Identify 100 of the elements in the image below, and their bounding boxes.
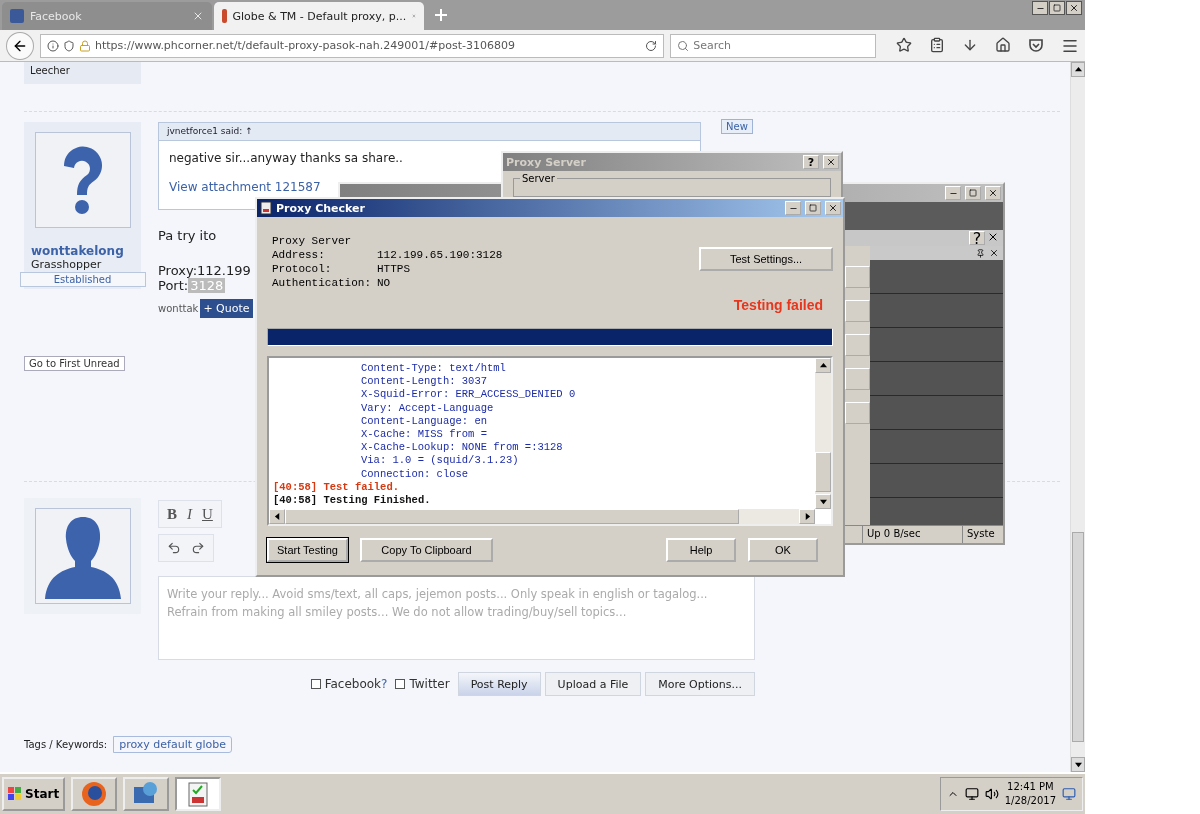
- log-line: Connection: close: [360, 467, 470, 481]
- post-author: wonttak: [158, 303, 199, 314]
- tags-label: Tags / Keywords:: [24, 739, 108, 750]
- reload-icon[interactable]: [645, 39, 658, 52]
- new-tab-icon[interactable]: [434, 8, 448, 22]
- taskbar-button[interactable]: [71, 777, 118, 811]
- search-icon: [677, 39, 690, 52]
- restore-icon[interactable]: [1049, 1, 1065, 15]
- desktop-icon[interactable]: [1062, 787, 1076, 801]
- close-icon[interactable]: [989, 248, 999, 258]
- address-bar[interactable]: https://www.phcorner.net/t/default-proxy-pasok-nah.249001/#post-3106809: [39, 33, 665, 58]
- action-button[interactable]: Upload a File: [544, 672, 642, 696]
- dialog-title: Proxy Server: [506, 155, 587, 169]
- pocket-icon[interactable]: [1028, 36, 1044, 55]
- log-line: [40:58] Testing Finished.: [273, 494, 432, 508]
- log-line: Content-Length: 3037: [360, 375, 489, 389]
- taskbar-button[interactable]: [175, 777, 222, 811]
- close-button[interactable]: [823, 155, 839, 169]
- log-line: Via: 1.0 = (squid/3.1.23): [360, 454, 520, 468]
- section-heading: Proxy Server: [272, 234, 353, 248]
- user-rank: Leecher: [24, 62, 141, 84]
- minimize-icon[interactable]: [1032, 1, 1048, 15]
- format-button[interactable]: B: [167, 505, 177, 523]
- help-button[interactable]: ?: [969, 231, 985, 245]
- site-icon: [10, 9, 24, 23]
- quote-text: negative sir...anyway thanks sa share..: [168, 150, 404, 165]
- window-title: Proxy Checker: [276, 201, 366, 215]
- new-label: New: [721, 119, 753, 134]
- action-button[interactable]: Post Reply: [457, 672, 541, 696]
- status-text: Up 0 B/sec: [862, 526, 962, 543]
- close-icon[interactable]: [1066, 1, 1082, 15]
- dialog-button[interactable]: Help: [666, 538, 736, 562]
- clipboard-check-icon: [186, 780, 211, 808]
- arrow-up-icon: [819, 362, 827, 369]
- log-line: X-Cache-Lookup: NONE from =:3128: [360, 441, 564, 455]
- test-settings-button[interactable]: Test Settings...: [699, 247, 833, 271]
- arrow-down-icon: [1074, 761, 1082, 768]
- user-status: Established: [19, 272, 146, 287]
- group-box: Server: [513, 173, 831, 197]
- close-icon: [988, 188, 998, 198]
- clipboard-icon[interactable]: [929, 36, 945, 55]
- format-button[interactable]: U: [202, 505, 213, 523]
- network-icon[interactable]: [964, 787, 979, 801]
- scrollbar[interactable]: [1070, 62, 1085, 772]
- clipboard-icon: [260, 201, 272, 215]
- log-line: Content-Language: en: [360, 414, 489, 428]
- checkbox[interactable]: [395, 679, 406, 689]
- close-button[interactable]: [985, 186, 1001, 200]
- log-line: [40:58] Test failed.: [273, 480, 401, 495]
- log-line: X-Squid-Error: ERR_ACCESS_DENIED 0: [360, 388, 577, 402]
- checkbox[interactable]: [310, 679, 321, 689]
- arrow-down-icon: [819, 498, 827, 505]
- status-text: Syste: [962, 526, 1003, 543]
- info-icon[interactable]: [46, 39, 59, 52]
- username-link[interactable]: wonttakelong: [31, 244, 124, 258]
- arrow-up-icon: [1074, 66, 1082, 73]
- taskbar-button[interactable]: [123, 777, 170, 811]
- dialog-button[interactable]: OK: [748, 538, 818, 562]
- post-text: Proxy:112.199: [158, 263, 251, 278]
- pin-icon[interactable]: [976, 248, 985, 258]
- back-button[interactable]: [6, 31, 34, 60]
- windows-logo-icon: [8, 787, 22, 801]
- help-button[interactable]: ?: [803, 155, 819, 169]
- attachment-link[interactable]: View attachment 121587: [159, 165, 331, 194]
- field-label: Authentication:: [272, 276, 373, 290]
- checkbox-label: Facebook?: [324, 677, 388, 691]
- user-rank: Grasshopper: [31, 258, 102, 271]
- clock[interactable]: 12:41 PM 1/28/2017: [1004, 780, 1056, 808]
- format-button[interactable]: I: [187, 505, 192, 523]
- tag-link[interactable]: proxy default globe: [113, 736, 233, 753]
- star-icon[interactable]: [896, 36, 912, 55]
- scrollbar[interactable]: [269, 509, 815, 524]
- scrollbar-thumb[interactable]: [1072, 532, 1084, 742]
- field-label: Protocol:: [272, 262, 333, 276]
- post-text: Pa try ito: [158, 228, 217, 243]
- dialog-button[interactable]: Start Testing: [267, 538, 348, 562]
- shield-icon[interactable]: [62, 39, 75, 52]
- dialog-button[interactable]: Copy To Clipboard: [360, 538, 493, 562]
- maximize-icon[interactable]: [805, 201, 821, 215]
- field-value: NO: [377, 276, 391, 290]
- checkbox-label: Twitter: [409, 677, 450, 691]
- quote-button[interactable]: + Quote: [200, 299, 253, 318]
- log-line: Content-Type: text/html: [360, 362, 507, 376]
- first-unread-button[interactable]: Go to First Unread: [24, 356, 125, 371]
- start-button[interactable]: Start: [2, 777, 66, 811]
- scrollbar[interactable]: [815, 358, 831, 509]
- close-icon: [826, 157, 836, 167]
- home-icon[interactable]: [995, 36, 1011, 55]
- redo-icon[interactable]: [191, 541, 205, 555]
- log-line: Vary: Accept-Language: [360, 401, 495, 415]
- search-field[interactable]: Search: [670, 33, 876, 58]
- action-button[interactable]: More Options...: [645, 672, 755, 696]
- field-value: HTTPS: [377, 262, 410, 276]
- undo-icon[interactable]: [167, 541, 181, 555]
- volume-icon[interactable]: [984, 787, 999, 801]
- maximize-button[interactable]: [965, 186, 981, 200]
- field-value: 112.199.65.190:3128: [377, 248, 503, 262]
- browser-tab[interactable]: Globe & TM - Default proxy, p...: [214, 2, 424, 30]
- log-line: X-Cache: MISS from =: [360, 428, 489, 442]
- minimize-button[interactable]: [945, 186, 961, 200]
